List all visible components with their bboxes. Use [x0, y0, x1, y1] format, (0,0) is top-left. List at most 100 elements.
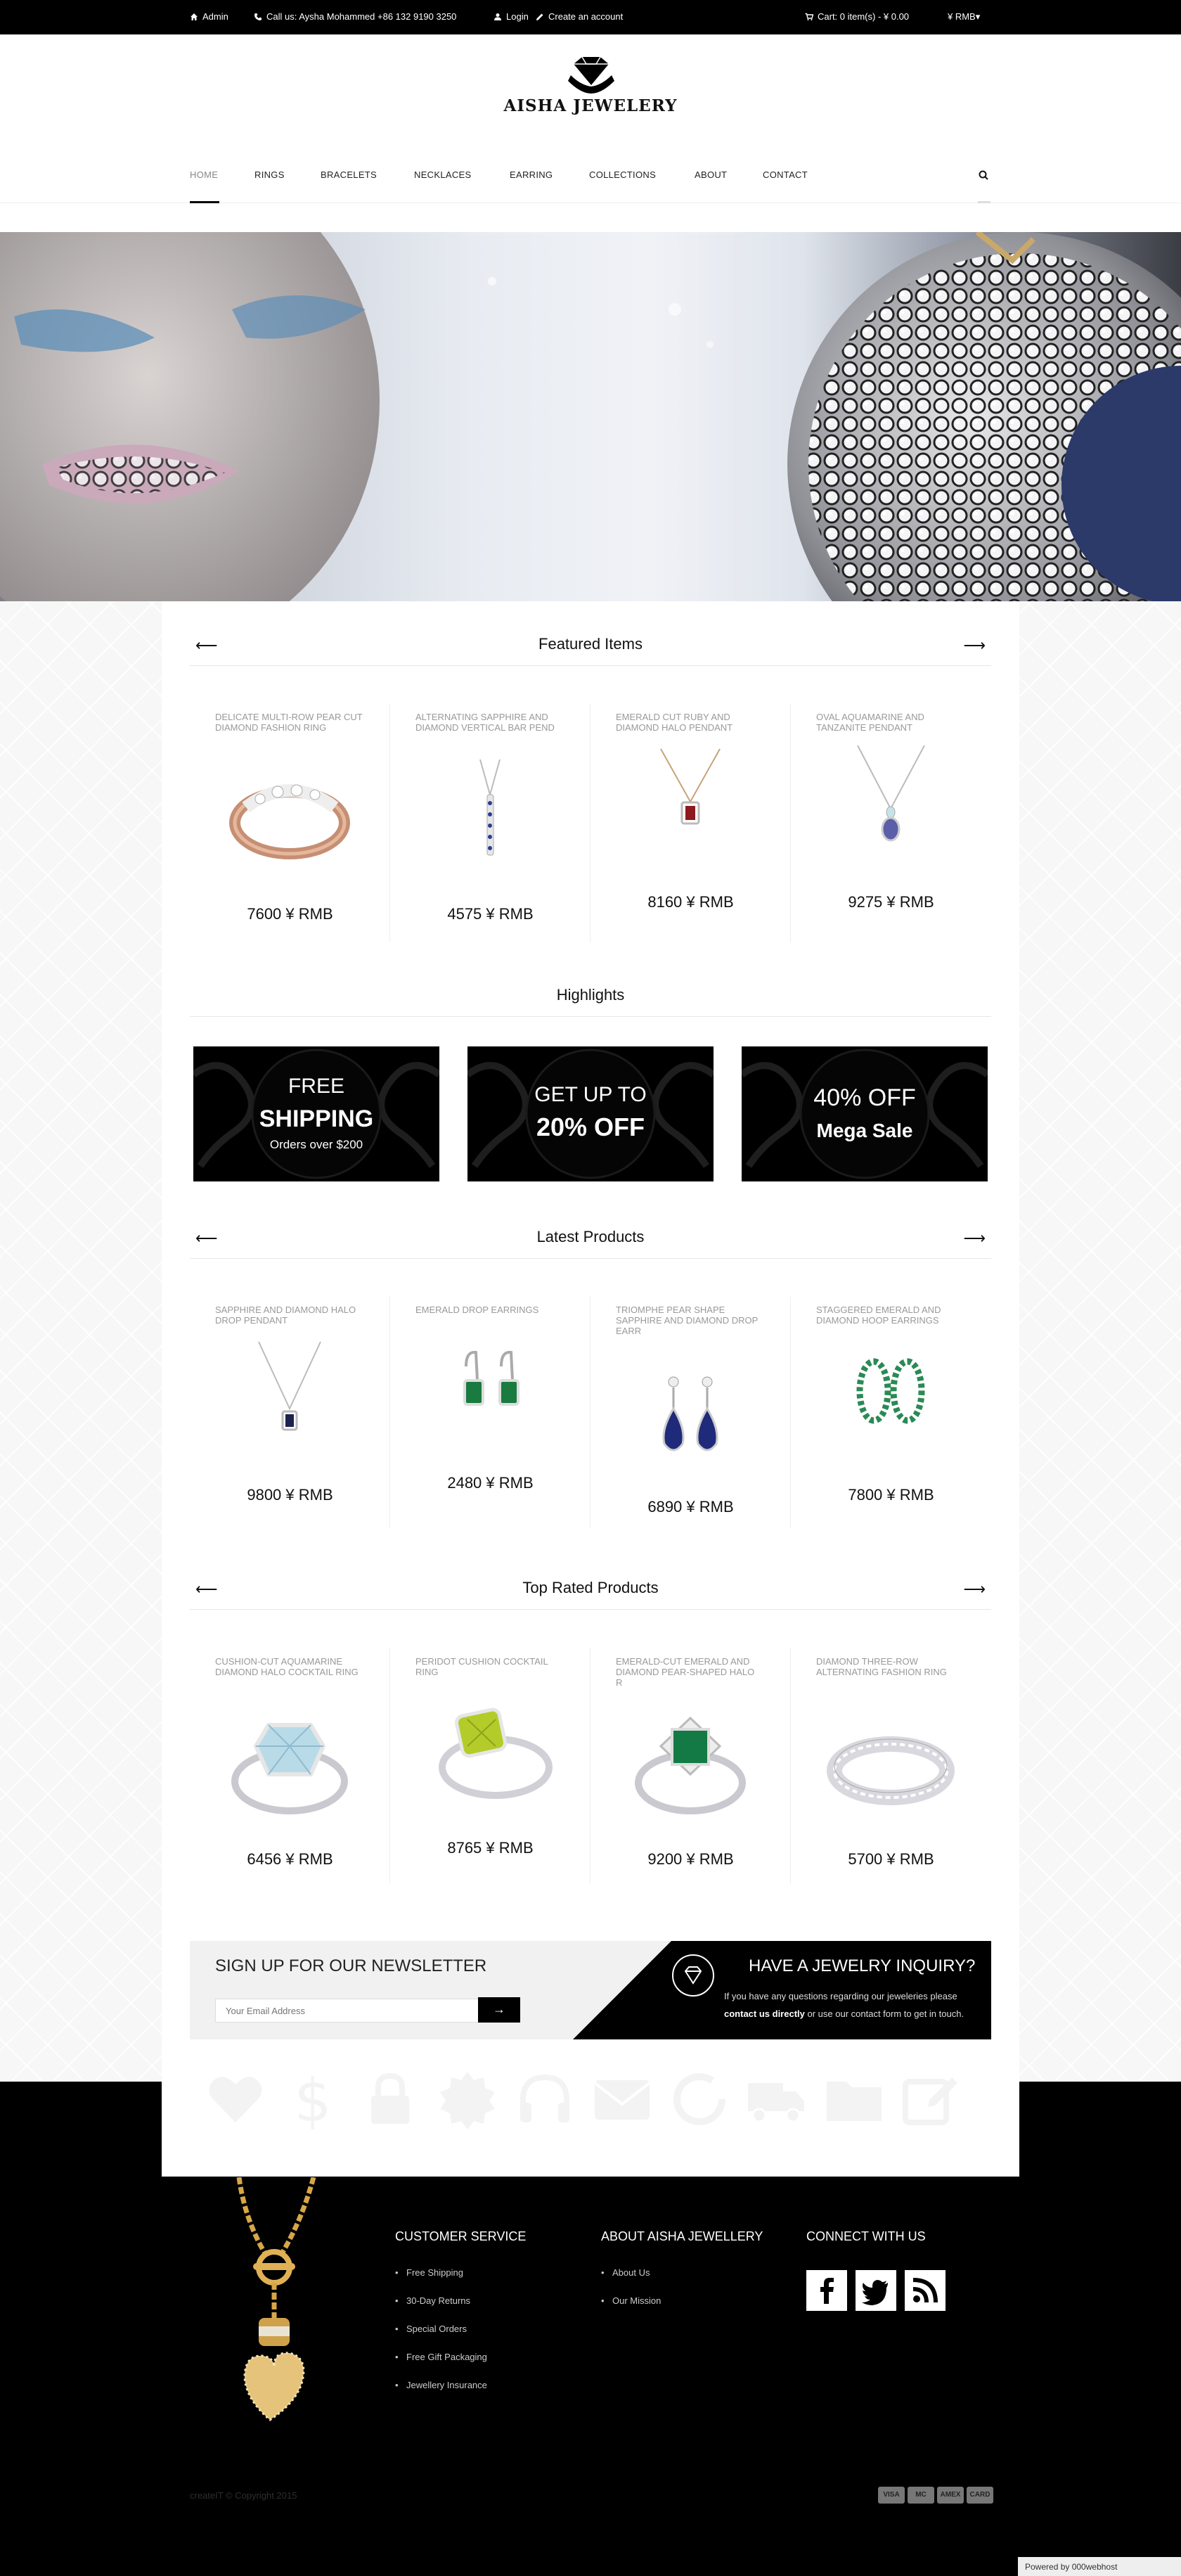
envelope-icon: [593, 2080, 651, 2120]
latest-next-arrow[interactable]: ⟶: [963, 1229, 986, 1248]
featured-header: ⟵ Featured Items ⟶: [190, 635, 991, 666]
site-footer: [0, 2082, 1181, 2576]
create-account-link[interactable]: Create an account: [536, 11, 623, 22]
about-title: ABOUT AISHA JEWELLERY: [601, 2229, 763, 2243]
newsletter-email-input[interactable]: [215, 1999, 479, 2023]
nav-contact[interactable]: CONTACT: [763, 169, 808, 180]
product-name[interactable]: PERIDOT CUSHION COCKTAIL RING: [415, 1656, 563, 1677]
search-icon[interactable]: [974, 168, 994, 182]
product-name[interactable]: EMERALD-CUT EMERALD AND DIAMOND PEAR-SHA…: [616, 1656, 763, 1688]
twenty-off-banner[interactable]: GET UP TO 20% OFF: [467, 1046, 714, 1181]
phone-icon: [254, 13, 262, 20]
peridot-ring-icon: [439, 1707, 553, 1799]
cart-link[interactable]: Cart: 0 item(s) - ¥ 0.00: [805, 11, 909, 22]
product-card[interactable]: EMERALD CUT RUBY AND DIAMOND HALO PENDAN…: [590, 703, 791, 942]
product-name[interactable]: EMERALD DROP EARRINGS: [415, 1305, 563, 1315]
logo-icon[interactable]: [567, 54, 616, 94]
latest-grid: SAPPHIRE AND DIAMOND HALO DROP PENDANT 9…: [190, 1296, 991, 1528]
newsletter-title: SIGN UP FOR OUR NEWSLETTER: [215, 1956, 487, 1975]
newsletter-submit-button[interactable]: →: [478, 1997, 520, 2023]
call-us: Call us: Aysha Mohammed +86 132 9190 325…: [254, 11, 456, 22]
inquiry-text-after: or use our contact form to get in touch.: [807, 2008, 964, 2019]
product-name[interactable]: OVAL AQUAMARINE AND TANZANITE PENDANT: [816, 712, 964, 733]
lock-icon: [371, 2072, 409, 2124]
bar-pendant-icon: [479, 759, 501, 856]
product-card[interactable]: DIAMOND THREE-ROW ALTERNATING FASHION RI…: [791, 1648, 991, 1883]
footer-link[interactable]: Jewellery Insurance: [395, 2380, 526, 2408]
pencil-icon: [536, 13, 543, 20]
product-price: 6456 ¥ RMB: [247, 1850, 333, 1868]
contact-us-link[interactable]: contact us directly: [724, 2008, 805, 2019]
emerald-hoop-earrings-icon: [856, 1358, 925, 1424]
generic-card-icon: CARD: [967, 2487, 993, 2504]
folder-icon: [827, 2082, 882, 2121]
product-price: 8765 ¥ RMB: [447, 1839, 534, 1857]
hero-image: [0, 232, 1181, 601]
mega-sale-banner[interactable]: 40% OFF Mega Sale: [742, 1046, 988, 1181]
nav-necklaces[interactable]: NECKLACES: [414, 169, 471, 180]
product-name[interactable]: CUSHION-CUT AQUAMARINE DIAMOND HALO COCK…: [215, 1656, 363, 1677]
product-price: 9275 ¥ RMB: [848, 893, 934, 911]
product-card[interactable]: DELICATE MULTI-ROW PEAR CUT DIAMOND FASH…: [190, 703, 390, 942]
product-card[interactable]: CUSHION-CUT AQUAMARINE DIAMOND HALO COCK…: [190, 1648, 390, 1883]
product-card[interactable]: EMERALD DROP EARRINGS 2480 ¥ RMB: [390, 1296, 590, 1528]
product-card[interactable]: EMERALD-CUT EMERALD AND DIAMOND PEAR-SHA…: [590, 1648, 791, 1883]
home-icon: [191, 13, 198, 20]
nav-earring[interactable]: EARRING: [510, 169, 553, 180]
footer-link[interactable]: Our Mission: [601, 2295, 763, 2324]
free-shipping-banner[interactable]: FREE SHIPPING Orders over $200: [193, 1046, 439, 1181]
visa-card-icon: VISA: [878, 2487, 905, 2504]
product-card[interactable]: PERIDOT CUSHION COCKTAIL RING 8765 ¥ RMB: [390, 1648, 590, 1883]
product-card[interactable]: OVAL AQUAMARINE AND TANZANITE PENDANT 92…: [791, 703, 991, 942]
footer-link[interactable]: Special Orders: [395, 2324, 526, 2352]
mastercard-icon: MC: [908, 2487, 934, 2504]
powered-by-badge[interactable]: Powered by 000webhost: [1018, 2557, 1181, 2576]
footer-link[interactable]: Free Gift Packaging: [395, 2352, 526, 2380]
ruby-pendant-icon: [660, 748, 721, 825]
nav-home[interactable]: HOME: [190, 169, 218, 180]
banner-line3: Orders over $200: [269, 1138, 363, 1151]
rss-icon[interactable]: [905, 2270, 946, 2311]
footer-link[interactable]: About Us: [601, 2267, 763, 2295]
product-price: 4575 ¥ RMB: [447, 905, 534, 923]
product-name[interactable]: TRIOMPHE PEAR SHAPE SAPPHIRE AND DIAMOND…: [616, 1305, 763, 1336]
product-name[interactable]: STAGGERED EMERALD AND DIAMOND HOOP EARRI…: [816, 1305, 964, 1326]
create-account-label: Create an account: [548, 11, 624, 22]
sapphire-pendant-icon: [258, 1341, 321, 1431]
brand-name[interactable]: AISHA JEWELERY: [0, 96, 1181, 115]
admin-link[interactable]: Admin: [190, 11, 228, 22]
currency-dropdown[interactable]: ¥ RMB▾: [948, 11, 980, 23]
latest-title: Latest Products: [536, 1228, 645, 1245]
about-column: ABOUT AISHA JEWELLERY About Us Our Missi…: [601, 2229, 763, 2324]
refresh-icon: [673, 2073, 725, 2125]
product-card[interactable]: ALTERNATING SAPPHIRE AND DIAMOND VERTICA…: [390, 703, 590, 942]
product-name[interactable]: EMERALD CUT RUBY AND DIAMOND HALO PENDAN…: [616, 712, 763, 733]
product-price: 2480 ¥ RMB: [447, 1474, 534, 1492]
product-card[interactable]: TRIOMPHE PEAR SHAPE SAPPHIRE AND DIAMOND…: [590, 1296, 791, 1528]
nav-bracelets[interactable]: BRACELETS: [321, 169, 377, 180]
nav-rings[interactable]: RINGS: [254, 169, 285, 180]
login-link[interactable]: Login: [493, 11, 529, 22]
banner-line2: Mega Sale: [816, 1120, 913, 1141]
hero-banner[interactable]: [0, 232, 1181, 601]
product-name[interactable]: DIAMOND THREE-ROW ALTERNATING FASHION RI…: [816, 1656, 964, 1677]
user-icon: [494, 13, 501, 20]
search-underline: [978, 201, 990, 203]
footer-link[interactable]: 30-Day Returns: [395, 2295, 526, 2324]
feature-icons: $: [190, 2068, 991, 2138]
nav-collections[interactable]: COLLECTIONS: [589, 169, 656, 180]
product-name[interactable]: DELICATE MULTI-ROW PEAR CUT DIAMOND FASH…: [215, 712, 363, 733]
twitter-icon[interactable]: [856, 2270, 896, 2311]
top-rated-next-arrow[interactable]: ⟶: [963, 1580, 986, 1598]
footer-link[interactable]: Free Shipping: [395, 2267, 526, 2295]
featured-next-arrow[interactable]: ⟶: [963, 636, 986, 655]
product-price: 6890 ¥ RMB: [647, 1498, 734, 1516]
product-name[interactable]: SAPPHIRE AND DIAMOND HALO DROP PENDANT: [215, 1305, 363, 1326]
nav-about[interactable]: ABOUT: [695, 169, 727, 180]
product-card[interactable]: STAGGERED EMERALD AND DIAMOND HOOP EARRI…: [791, 1296, 991, 1528]
banner-line2: SHIPPING: [259, 1106, 374, 1132]
top-rated-grid: CUSHION-CUT AQUAMARINE DIAMOND HALO COCK…: [190, 1648, 991, 1883]
product-name[interactable]: ALTERNATING SAPPHIRE AND DIAMOND VERTICA…: [415, 712, 563, 733]
facebook-icon[interactable]: [806, 2270, 847, 2311]
product-card[interactable]: SAPPHIRE AND DIAMOND HALO DROP PENDANT 9…: [190, 1296, 390, 1528]
